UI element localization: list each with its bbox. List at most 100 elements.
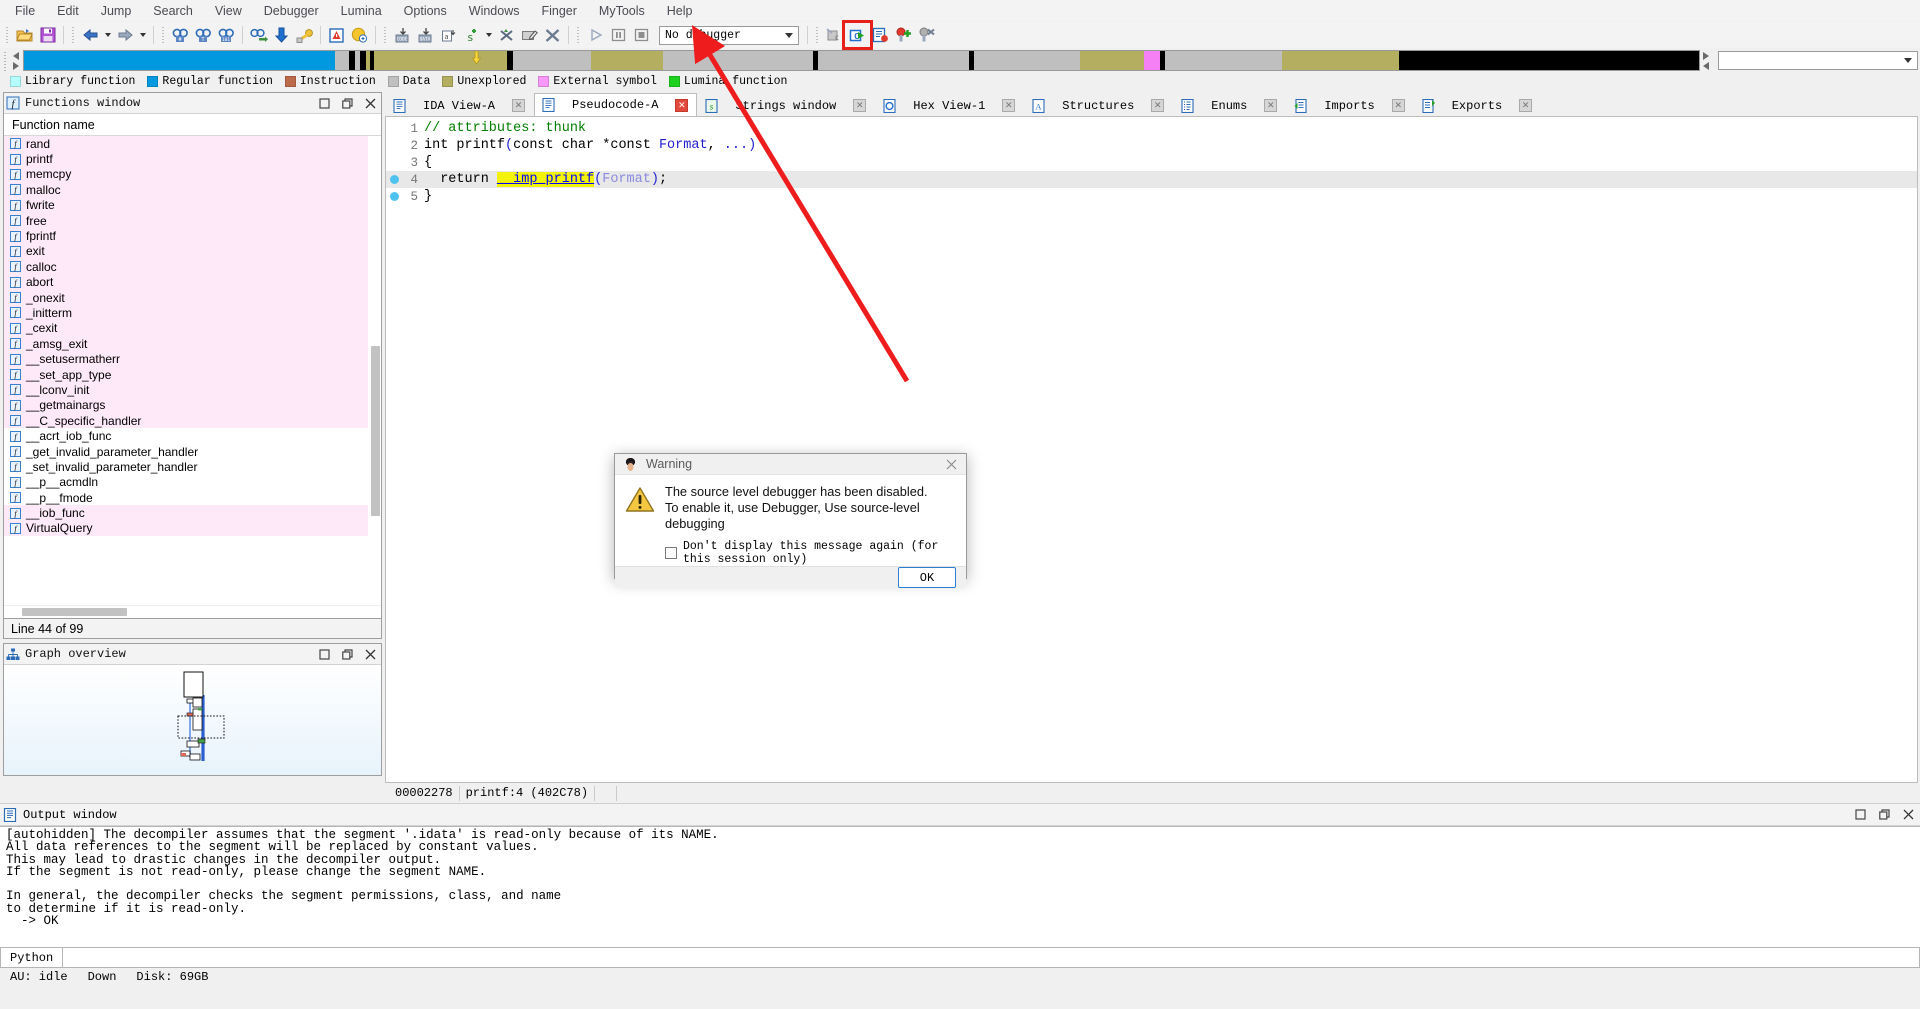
search-hex-icon[interactable]: # xyxy=(169,24,192,46)
python-tab[interactable]: Python xyxy=(0,948,64,968)
functions-vertical-scrollbar[interactable] xyxy=(368,136,381,605)
navband-arrows[interactable] xyxy=(9,50,23,71)
graph-overview-canvas[interactable] xyxy=(4,665,381,775)
breakpoint-list-icon[interactable] xyxy=(869,24,892,46)
binary-search-icon[interactable] xyxy=(247,24,270,46)
function-list-item[interactable]: f __p__fmode xyxy=(4,490,381,505)
function-list-item[interactable]: f _amsg_exit xyxy=(4,336,381,352)
menu-item-lumina[interactable]: Lumina xyxy=(330,1,393,21)
code-line[interactable]: 2 int printf(const char *const Format, ..… xyxy=(386,137,1917,154)
code-line[interactable]: 5} xyxy=(386,188,1917,205)
delete-function-icon[interactable] xyxy=(541,24,564,46)
forward-arrow-icon[interactable] xyxy=(114,24,137,46)
output-maximize-button[interactable] xyxy=(1851,806,1869,823)
warning-dialog-checkbox-row[interactable]: Don't display this message again (for th… xyxy=(665,540,956,566)
navband-grip[interactable] xyxy=(2,50,9,71)
tab-enums[interactable]: Enums ✕ xyxy=(1173,94,1287,116)
functions-list[interactable]: f rand f printf f memcpy f malloc f fwrite f free f f… xyxy=(4,136,381,605)
save-icon[interactable] xyxy=(36,24,59,46)
navband-scroll-arrows[interactable] xyxy=(1700,51,1712,70)
function-list-item[interactable]: f calloc xyxy=(4,259,381,275)
menu-item-help[interactable]: Help xyxy=(656,1,704,21)
make-string-icon[interactable]: s xyxy=(460,24,483,46)
navband-scroll-left-icon[interactable] xyxy=(1703,61,1709,70)
dont-display-again-checkbox[interactable] xyxy=(665,547,677,559)
output-restore-button[interactable] xyxy=(1875,806,1893,823)
tab-pseudocode-a[interactable]: Pseudocode-A ✕ xyxy=(534,93,698,116)
functions-hscroll-thumb[interactable] xyxy=(22,608,127,616)
tab-close-icon[interactable]: ✕ xyxy=(512,99,526,112)
functions-column-header[interactable]: Function name xyxy=(4,114,381,136)
code-line[interactable]: 1 // attributes: thunk xyxy=(386,120,1917,137)
edit-function-icon[interactable] xyxy=(518,24,541,46)
function-list-item[interactable]: f __p__acmdln xyxy=(4,475,381,490)
run-group-grip[interactable] xyxy=(575,25,582,45)
function-list-item[interactable]: f _get_invalid_parameter_handler xyxy=(4,444,381,459)
delete-breakpoint-icon[interactable] xyxy=(915,24,938,46)
back-dropdown-icon[interactable] xyxy=(105,33,111,37)
forward-dropdown-icon[interactable] xyxy=(140,33,146,37)
make-code-icon[interactable]: CODE xyxy=(391,24,414,46)
code-group-grip[interactable] xyxy=(382,25,389,45)
stop-icon[interactable] xyxy=(630,24,653,46)
code-line[interactable]: 3{ xyxy=(386,154,1917,171)
function-list-item[interactable]: f _cexit xyxy=(4,320,381,337)
function-list-item[interactable]: f __iob_func xyxy=(4,505,381,521)
tab-close-icon[interactable]: ✕ xyxy=(1391,99,1405,112)
ok-button[interactable]: OK xyxy=(898,567,956,588)
tab-close-icon[interactable]: ✕ xyxy=(1264,99,1278,112)
breakpoint-marker[interactable] xyxy=(386,192,402,201)
tab-imports[interactable]: Imports ✕ xyxy=(1286,94,1414,116)
menu-item-windows[interactable]: Windows xyxy=(458,1,531,21)
functions-horizontal-scrollbar[interactable] xyxy=(4,605,381,618)
string-dropdown-icon[interactable] xyxy=(486,33,492,37)
function-list-item[interactable]: f _initterm xyxy=(4,305,381,321)
add-breakpoint-icon[interactable] xyxy=(892,24,915,46)
function-list-item[interactable]: f _onexit xyxy=(4,289,381,306)
function-list-item[interactable]: f VirtualQuery xyxy=(4,520,381,537)
function-list-item[interactable]: f __C_specific_handler xyxy=(4,413,381,429)
debugger-selector[interactable]: No debugger xyxy=(659,25,799,45)
graph-close-button[interactable] xyxy=(361,646,379,663)
function-list-item[interactable]: f fwrite xyxy=(4,197,381,213)
function-list-item[interactable]: f exit xyxy=(4,243,381,260)
menu-item-debugger[interactable]: Debugger xyxy=(253,1,330,21)
function-list-item[interactable]: f printf xyxy=(4,151,381,167)
search-text-icon[interactable]: T xyxy=(192,24,215,46)
menu-item-jump[interactable]: Jump xyxy=(90,1,143,21)
function-list-item[interactable]: f abort xyxy=(4,274,381,290)
key-icon[interactable] xyxy=(293,24,316,46)
make-array-icon[interactable]: a xyxy=(437,24,460,46)
navband-right-arrow-icon[interactable] xyxy=(13,61,19,70)
jump-down-icon[interactable] xyxy=(270,24,293,46)
search-group-grip[interactable] xyxy=(160,25,167,45)
output-window-log[interactable]: [autohidden] The decompiler assumes that… xyxy=(0,826,1920,948)
menu-item-search[interactable]: Search xyxy=(142,1,204,21)
menu-item-file[interactable]: File xyxy=(4,1,46,21)
tab-close-icon[interactable]: ✕ xyxy=(1519,99,1533,112)
function-list-item[interactable]: f memcpy xyxy=(4,166,381,183)
tab-hex-view-1[interactable]: Hex View-1 ✕ xyxy=(875,94,1025,116)
open-icon[interactable] xyxy=(13,24,36,46)
back-arrow-icon[interactable] xyxy=(79,24,102,46)
tab-close-icon[interactable]: ✕ xyxy=(853,99,867,112)
tab-strings-window[interactable]: s Strings window ✕ xyxy=(697,94,876,116)
tab-close-icon[interactable]: ✕ xyxy=(1002,99,1016,112)
breakpoint-marker[interactable] xyxy=(386,175,402,184)
menu-item-finger[interactable]: Finger xyxy=(530,1,587,21)
lumina-icon[interactable] xyxy=(348,24,371,46)
decompile-icon[interactable]: C xyxy=(842,20,873,50)
functions-close-button[interactable] xyxy=(361,95,379,112)
search-bytes-icon[interactable]: 101 xyxy=(215,24,238,46)
functions-restore-button[interactable] xyxy=(338,95,356,112)
tab-close-icon[interactable]: ✕ xyxy=(675,98,689,112)
code-line[interactable]: 4 return __imp_printf(Format); xyxy=(386,171,1917,188)
functions-maximize-button[interactable] xyxy=(315,95,333,112)
warning-dialog-close-icon[interactable] xyxy=(940,454,962,474)
menu-item-options[interactable]: Options xyxy=(393,1,458,21)
pseudocode-view[interactable]: 1// attributes: thunk 2 int printf(const c… xyxy=(385,116,1918,783)
nav-group-grip[interactable] xyxy=(70,25,77,45)
function-list-item[interactable]: f free xyxy=(4,212,381,229)
function-list-item[interactable]: f malloc xyxy=(4,182,381,198)
function-list-item[interactable]: f __setusermatherr xyxy=(4,351,381,367)
